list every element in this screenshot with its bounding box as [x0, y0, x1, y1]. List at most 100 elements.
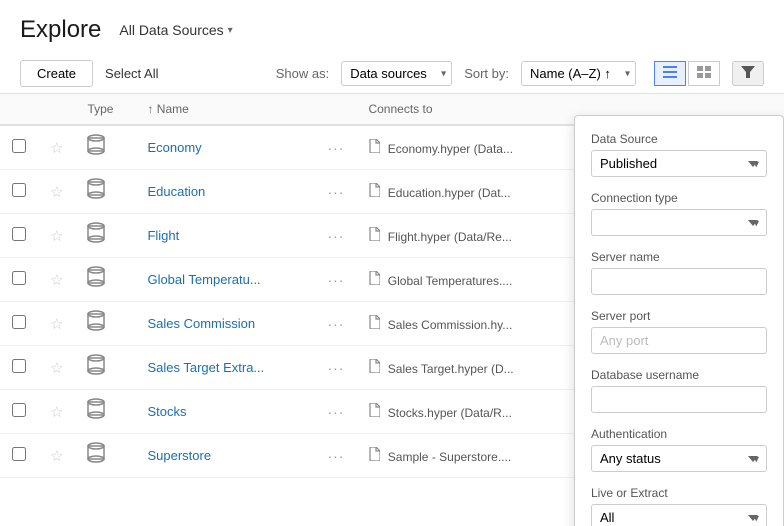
row-checkbox[interactable]: [12, 403, 26, 417]
row-checkbox[interactable]: [12, 227, 26, 241]
row-checkbox[interactable]: [12, 139, 26, 153]
row-name-cell: Sales Commission: [135, 302, 315, 346]
favorite-star-icon[interactable]: ☆: [50, 316, 63, 333]
cylinder-icon: [87, 266, 105, 288]
row-checkbox[interactable]: [12, 447, 26, 461]
more-options-icon[interactable]: ···: [327, 360, 344, 376]
datasource-type-icon: [87, 407, 105, 424]
favorite-star-icon[interactable]: ☆: [50, 360, 63, 377]
more-options-icon[interactable]: ···: [327, 228, 344, 244]
sort-by-select[interactable]: Name (A–Z) ↑ Name (Z–A) ↓ Date Modified: [521, 61, 636, 86]
more-options-icon[interactable]: ···: [327, 184, 344, 200]
row-type-cell: [75, 214, 135, 258]
filter-connection-select[interactable]: Hyper SQL Server: [591, 209, 767, 236]
datasource-name-link[interactable]: Stocks: [147, 404, 186, 419]
datasource-type-icon: [87, 451, 105, 468]
row-checkbox[interactable]: [12, 271, 26, 285]
datasource-name-link[interactable]: Sales Target Extra...: [147, 360, 264, 375]
row-more-cell: ···: [315, 125, 356, 170]
favorite-star-icon[interactable]: ☆: [50, 184, 63, 201]
datasource-name-link[interactable]: Superstore: [147, 448, 211, 463]
col-header-name[interactable]: ↑ Name: [135, 94, 315, 125]
show-as-select[interactable]: Data sources Views Workbooks: [341, 61, 452, 86]
row-favorite-cell: ☆: [38, 170, 75, 214]
row-name-cell: Flight: [135, 214, 315, 258]
show-as-label: Show as:: [276, 66, 329, 81]
page-title: Explore: [20, 16, 101, 44]
grid-view-button[interactable]: [688, 61, 720, 86]
filter-auth-wrapper: Any status Username/Password OAuth: [591, 445, 767, 472]
row-more-cell: ···: [315, 434, 356, 478]
datasource-name-link[interactable]: Global Temperatu...: [147, 272, 260, 287]
more-options-icon[interactable]: ···: [327, 404, 344, 420]
datasource-dropdown-label: All Data Sources: [119, 22, 223, 38]
datasource-dropdown-button[interactable]: All Data Sources ▾: [113, 18, 238, 42]
row-type-cell: [75, 390, 135, 434]
file-icon: [368, 186, 383, 200]
row-checkbox-cell: [0, 125, 38, 170]
datasource-name-link[interactable]: Flight: [147, 228, 179, 243]
connects-to-text: Sample - Superstore....: [388, 450, 511, 464]
more-options-icon[interactable]: ···: [327, 448, 344, 464]
row-more-cell: ···: [315, 258, 356, 302]
filter-live-extract-select[interactable]: All Live Extract: [591, 504, 767, 526]
favorite-star-icon[interactable]: ☆: [50, 140, 63, 157]
filter-connection-wrapper: Hyper SQL Server: [591, 209, 767, 236]
connects-to-text: Global Temperatures....: [388, 274, 513, 288]
row-name-cell: Education: [135, 170, 315, 214]
connects-to-text: Sales Commission.hy...: [388, 318, 512, 332]
row-checkbox-cell: [0, 434, 38, 478]
filter-db-username-input[interactable]: [591, 386, 767, 413]
row-name-cell: Superstore: [135, 434, 315, 478]
list-view-button[interactable]: [654, 61, 686, 86]
datasource-name-link[interactable]: Economy: [147, 140, 201, 155]
more-options-icon[interactable]: ···: [327, 140, 344, 156]
filter-live-extract-section: Live or Extract All Live Extract: [591, 486, 767, 526]
file-icon-svg: [368, 403, 380, 417]
filter-datasource-select[interactable]: Published All Draft: [591, 150, 767, 177]
row-favorite-cell: ☆: [38, 346, 75, 390]
connects-to-text: Education.hyper (Dat...: [388, 186, 511, 200]
filter-button[interactable]: [732, 61, 764, 86]
row-favorite-cell: ☆: [38, 258, 75, 302]
more-options-icon[interactable]: ···: [327, 272, 344, 288]
favorite-star-icon[interactable]: ☆: [50, 272, 63, 289]
select-all-button[interactable]: Select All: [105, 66, 158, 81]
datasource-name-link[interactable]: Sales Commission: [147, 316, 255, 331]
view-icons: [654, 61, 720, 86]
file-icon: [368, 230, 383, 244]
row-checkbox-cell: [0, 390, 38, 434]
connects-to-text: Flight.hyper (Data/Re...: [388, 230, 512, 244]
row-type-cell: [75, 302, 135, 346]
datasource-type-icon: [87, 187, 105, 204]
connects-to-text: Stocks.hyper (Data/R...: [388, 406, 512, 420]
filter-server-name-input[interactable]: [591, 268, 767, 295]
filter-datasource-wrapper: Published All Draft: [591, 150, 767, 177]
row-more-cell: ···: [315, 390, 356, 434]
row-checkbox[interactable]: [12, 359, 26, 373]
file-icon: [368, 406, 383, 420]
favorite-star-icon[interactable]: ☆: [50, 228, 63, 245]
row-type-cell: [75, 125, 135, 170]
filter-icon: [741, 66, 755, 78]
file-icon: [368, 142, 383, 156]
row-favorite-cell: ☆: [38, 125, 75, 170]
sort-by-wrapper: Name (A–Z) ↑ Name (Z–A) ↓ Date Modified: [521, 61, 636, 86]
row-checkbox[interactable]: [12, 315, 26, 329]
datasource-name-link[interactable]: Education: [147, 184, 205, 199]
row-type-cell: [75, 258, 135, 302]
favorite-star-icon[interactable]: ☆: [50, 404, 63, 421]
datasource-type-icon: [87, 275, 105, 292]
row-checkbox[interactable]: [12, 183, 26, 197]
filter-server-port-input[interactable]: [591, 327, 767, 354]
row-type-cell: [75, 170, 135, 214]
more-options-icon[interactable]: ···: [327, 316, 344, 332]
create-button[interactable]: Create: [20, 60, 93, 87]
row-favorite-cell: ☆: [38, 214, 75, 258]
filter-panel: Data Source Published All Draft Connecti…: [574, 115, 784, 526]
filter-auth-select[interactable]: Any status Username/Password OAuth: [591, 445, 767, 472]
col-header-more: [315, 94, 356, 125]
favorite-star-icon[interactable]: ☆: [50, 448, 63, 465]
file-icon-svg: [368, 227, 380, 241]
cylinder-icon: [87, 310, 105, 332]
